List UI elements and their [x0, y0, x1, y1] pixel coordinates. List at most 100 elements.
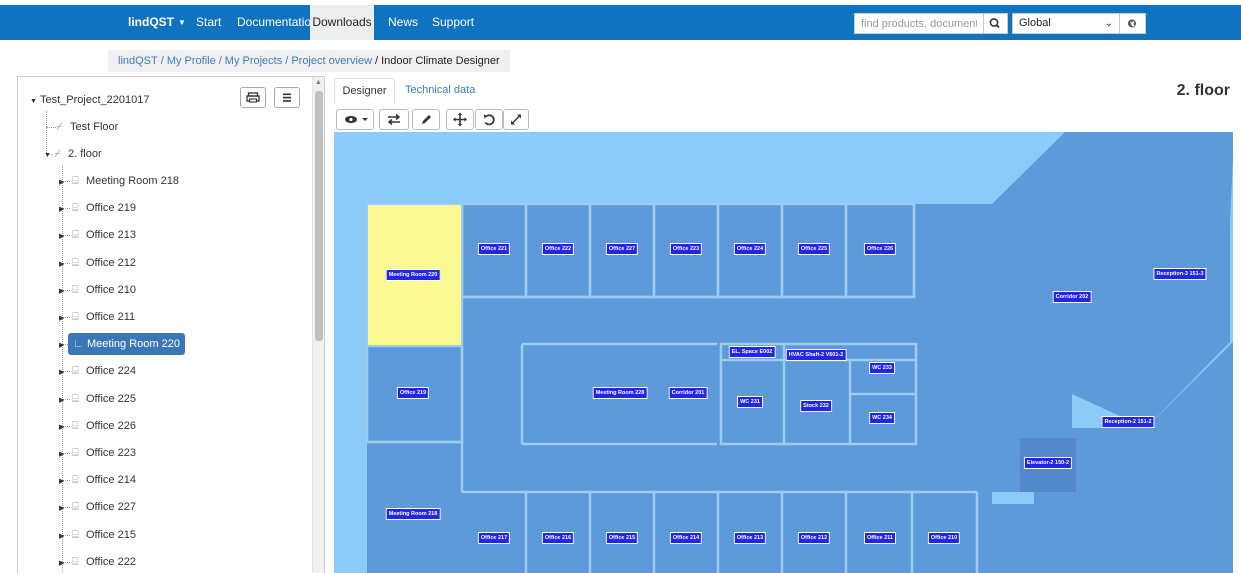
tree-expand-toggle[interactable]: ▶	[59, 417, 69, 435]
tree-room-node[interactable]: ⌸ Office 225	[72, 390, 136, 408]
tree-room-node[interactable]: ⌸ Office 226	[72, 417, 136, 435]
room-label[interactable]: Office 221	[477, 243, 511, 255]
room-icon: ⌸	[72, 393, 79, 405]
tree-expand-toggle[interactable]: ▶	[59, 199, 69, 217]
region-select[interactable]: Global ⌄	[1012, 13, 1120, 34]
rotate-button[interactable]	[475, 109, 503, 130]
search-input[interactable]	[854, 13, 984, 34]
tree-expand-toggle[interactable]: ▶	[59, 471, 69, 489]
swap-button[interactable]	[379, 109, 409, 130]
room-label[interactable]: WC 234	[869, 412, 895, 424]
room-label[interactable]: Corridor 202	[1052, 291, 1092, 303]
room-label[interactable]: Office 227	[605, 243, 639, 255]
room-label[interactable]: Office 225	[797, 243, 831, 255]
tree-node-label: Office 227	[86, 501, 136, 513]
eye-icon	[345, 115, 368, 124]
hamburger-icon	[283, 93, 291, 102]
tree-expand-toggle[interactable]: ▶	[59, 553, 69, 571]
tree-expand-toggle[interactable]: ▶	[59, 172, 69, 190]
tree-room-node[interactable]: ⌸ Office 223	[72, 444, 136, 462]
tree-scrollbar[interactable]: ▲	[312, 77, 324, 573]
room-label[interactable]: WC 231	[737, 396, 763, 408]
breadcrumb-link-project-overview[interactable]: Project overview	[291, 55, 372, 67]
collapsed-triangle-icon: ▶	[59, 315, 65, 322]
brand-menu[interactable]: lindQST ▼	[128, 5, 186, 40]
tree-room-node[interactable]: ∟ Meeting Room 220	[68, 333, 185, 355]
tree-expand-toggle[interactable]: ▶	[59, 444, 69, 462]
room-label[interactable]: Office 219	[396, 387, 430, 399]
tree-room-node[interactable]: ⌸ Meeting Room 218	[72, 172, 179, 190]
tree-room-node[interactable]: ⌸ Office 213	[72, 226, 136, 244]
tree-floor-node[interactable]: ⌿ Test Floor	[56, 118, 118, 136]
visibility-toggle-button[interactable]	[336, 109, 374, 130]
room-label[interactable]: Reception-2 151-2	[1101, 416, 1155, 428]
tree-expand-toggle[interactable]: ▶	[59, 390, 69, 408]
room-label[interactable]: Office 216	[541, 532, 575, 544]
tree-room-node[interactable]: ⌸ Office 212	[72, 254, 136, 272]
tab-designer[interactable]: Designer	[334, 78, 395, 104]
move-button[interactable]	[446, 109, 474, 130]
room-label[interactable]: Office 217	[477, 532, 511, 544]
room-label[interactable]: Meeting Room 220	[385, 269, 441, 281]
scrollbar-thumb[interactable]	[315, 91, 323, 341]
tree-room-node[interactable]: ⌸ Office 219	[72, 199, 136, 217]
tree-expand-toggle[interactable]: ▶	[59, 281, 69, 299]
tree-room-node[interactable]: ⌸ Office 227	[72, 498, 136, 516]
room-label[interactable]: Office 223	[669, 243, 703, 255]
tree-expand-toggle[interactable]: ▶	[59, 526, 69, 544]
collapsed-triangle-icon: ▶	[59, 560, 65, 567]
room-label[interactable]: Office 222	[541, 243, 575, 255]
draw-button[interactable]	[412, 109, 440, 130]
scroll-up-arrow-icon[interactable]: ▲	[315, 79, 322, 86]
nav-documentation[interactable]: Documentation	[237, 5, 318, 40]
room-label[interactable]: Office 211	[864, 532, 896, 544]
globe-button[interactable]	[1120, 13, 1146, 34]
tree-room-node[interactable]: ⌸ Office 210	[72, 281, 136, 299]
floor-icon: ⌿	[56, 121, 63, 133]
tree-expand-toggle[interactable]: ▶	[59, 308, 69, 326]
room-label[interactable]: Corridor 201	[668, 387, 708, 399]
print-button[interactable]	[240, 87, 266, 108]
nav-downloads[interactable]: Downloads	[310, 5, 374, 40]
tree-expand-toggle[interactable]: ▶	[59, 498, 69, 516]
breadcrumb-link-my-profile[interactable]: My Profile	[167, 55, 216, 67]
tree-expand-toggle[interactable]: ▶	[59, 254, 69, 272]
room-label[interactable]: Meeting Room 218	[385, 508, 441, 520]
room-label[interactable]: EL. Space E002	[728, 346, 776, 358]
tree-project-node[interactable]: ▼ Test_Project_2201017	[30, 91, 149, 109]
tree-floor-node[interactable]: ▼ ⌿ 2. floor	[44, 145, 102, 163]
room-label[interactable]: Elevator-2 150-2	[1023, 457, 1073, 469]
room-label[interactable]: Stock 232	[800, 400, 832, 412]
room-label[interactable]: Office 212	[797, 532, 831, 544]
tree-node-label: 2. floor	[68, 148, 102, 160]
room-label[interactable]: Office 210	[927, 532, 961, 544]
nav-support[interactable]: Support	[432, 5, 474, 40]
breadcrumb-link-my-projects[interactable]: My Projects	[225, 55, 282, 67]
room-label[interactable]: WC 233	[869, 362, 895, 374]
fullscreen-button[interactable]	[503, 109, 529, 130]
tree-room-node[interactable]: ⌸ Office 211	[72, 308, 135, 326]
room-label[interactable]: Reception-3 151-3	[1153, 268, 1207, 280]
menu-button[interactable]	[274, 87, 300, 108]
tab-technical-data[interactable]: Technical data	[405, 78, 475, 104]
tree-node-label: Test_Project_2201017	[40, 94, 150, 106]
room-label[interactable]: Meeting Room 228	[592, 387, 648, 399]
room-label[interactable]: Office 213	[733, 532, 767, 544]
tree-room-node[interactable]: ⌸ Office 215	[72, 526, 136, 544]
search-button[interactable]	[984, 13, 1008, 34]
tree-expand-toggle[interactable]: ▶	[59, 226, 69, 244]
nav-start[interactable]: Start	[196, 5, 221, 40]
tree-room-node[interactable]: ⌸ Office 222	[72, 553, 136, 571]
nav-news[interactable]: News	[388, 5, 418, 40]
floor-designer-canvas[interactable]: Office 221 Office 222 Office 227 Office 223…	[334, 132, 1233, 573]
room-label[interactable]: Office 214	[669, 532, 703, 544]
room-label[interactable]: Office 226	[863, 243, 897, 255]
collapsed-triangle-icon: ▶	[59, 478, 65, 485]
room-label[interactable]: HVAC Shaft-2 V601-2	[785, 349, 847, 361]
tree-expand-toggle[interactable]: ▶	[59, 362, 69, 380]
tree-room-node[interactable]: ⌸ Office 224	[72, 362, 136, 380]
tree-room-node[interactable]: ⌸ Office 214	[72, 471, 136, 489]
breadcrumb-link-lindqst[interactable]: lindQST	[118, 55, 158, 67]
room-label[interactable]: Office 215	[605, 532, 639, 544]
room-label[interactable]: Office 224	[733, 243, 767, 255]
